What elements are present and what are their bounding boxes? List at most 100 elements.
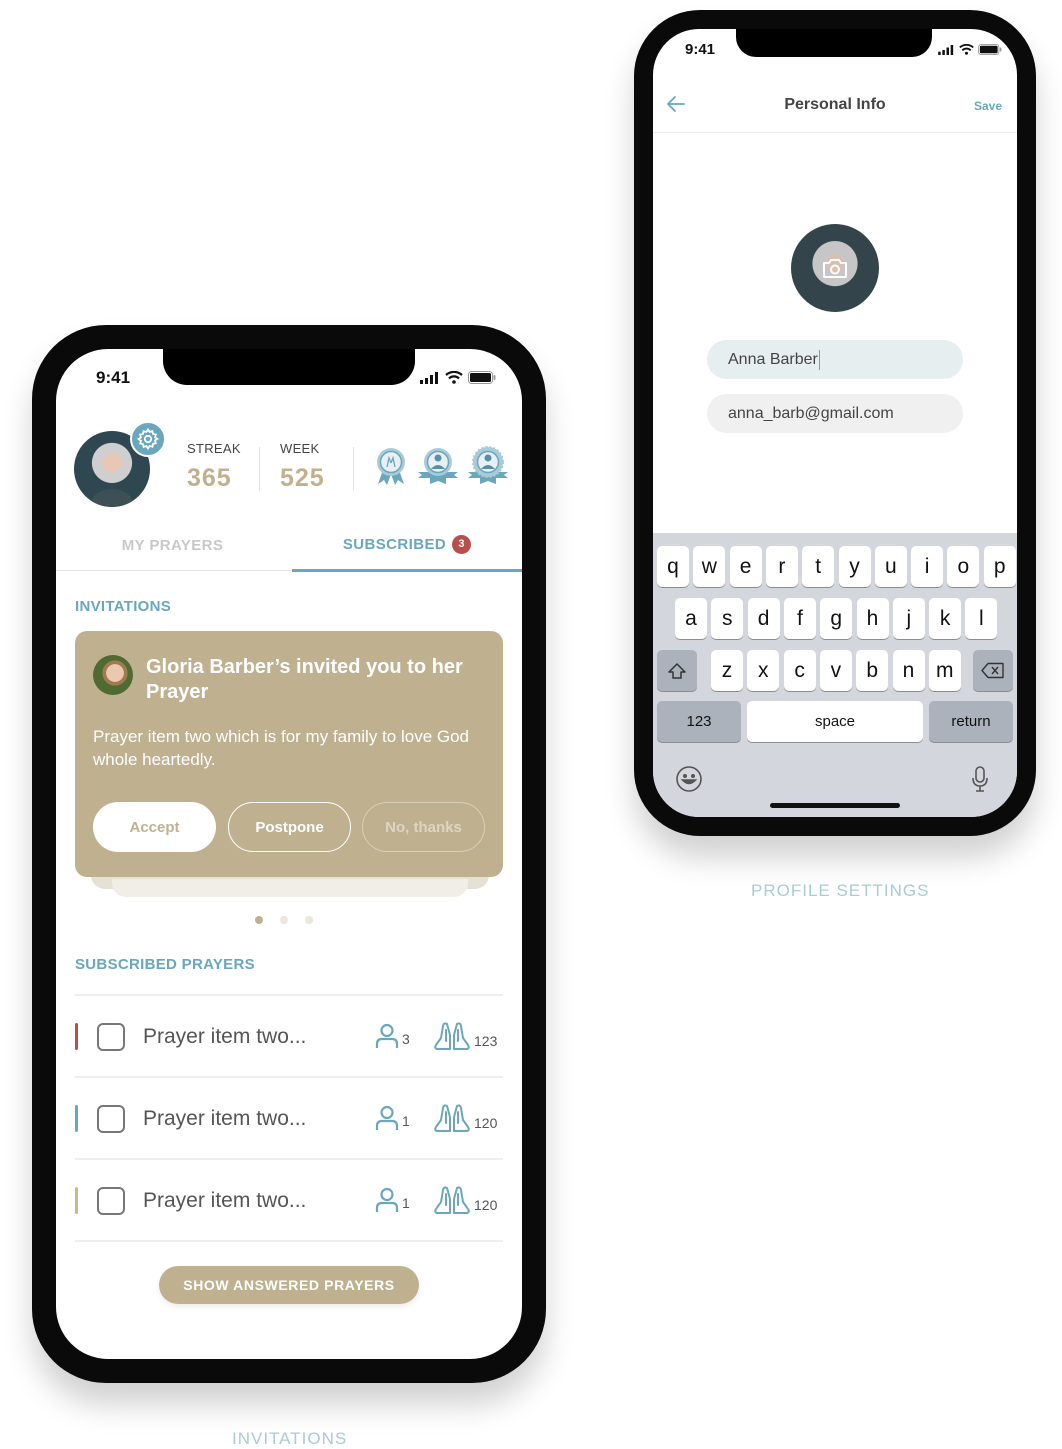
invitation-body: Prayer item two which is for my family t… bbox=[93, 727, 470, 769]
key-f[interactable]: f bbox=[783, 598, 816, 639]
subscribers-number: 3 bbox=[402, 1031, 410, 1047]
subscribers-count: 3 bbox=[375, 1023, 410, 1049]
decline-button[interactable]: No, thanks bbox=[362, 802, 485, 852]
status-time: 9:41 bbox=[96, 368, 131, 387]
key-u[interactable]: u bbox=[874, 546, 907, 587]
prayer-row[interactable]: Prayer item two... 3 123 bbox=[75, 996, 503, 1078]
key-w[interactable]: w bbox=[693, 546, 726, 587]
prayer-checkbox[interactable] bbox=[97, 1187, 125, 1215]
key-h[interactable]: h bbox=[856, 598, 889, 639]
key-o[interactable]: o bbox=[947, 546, 980, 587]
key-c[interactable]: c bbox=[783, 650, 816, 691]
signal-icon bbox=[938, 44, 954, 55]
invitation-card: Gloria Barber’s invited you to her Praye… bbox=[75, 631, 503, 877]
card-stack-shadow bbox=[112, 879, 468, 897]
name-input[interactable]: Anna Barber bbox=[707, 340, 963, 379]
carousel-pagination bbox=[255, 916, 313, 924]
prayer-checkbox[interactable] bbox=[97, 1023, 125, 1051]
prayer-row[interactable]: Prayer item two... 1 120 bbox=[75, 1078, 503, 1160]
person-medal-icon[interactable] bbox=[416, 446, 460, 486]
tab-my-prayers[interactable]: MY PRAYERS bbox=[56, 519, 289, 571]
subscribers-count: 1 bbox=[375, 1187, 410, 1213]
shift-icon bbox=[668, 662, 686, 679]
numbers-key[interactable]: 123 bbox=[657, 701, 741, 742]
prayer-row[interactable]: Prayer item two... 1 120 bbox=[75, 1160, 503, 1242]
home-indicator bbox=[770, 803, 900, 808]
key-j[interactable]: j bbox=[892, 598, 925, 639]
key-e[interactable]: e bbox=[729, 546, 762, 587]
key-g[interactable]: g bbox=[820, 598, 853, 639]
page-dot[interactable] bbox=[305, 916, 313, 924]
page-dot[interactable] bbox=[280, 916, 288, 924]
backspace-icon bbox=[981, 662, 1004, 679]
save-button[interactable]: Save bbox=[974, 99, 1002, 113]
key-x[interactable]: x bbox=[747, 650, 780, 691]
key-d[interactable]: d bbox=[747, 598, 780, 639]
subscribers-number: 1 bbox=[402, 1195, 410, 1211]
prayed-count: 123 bbox=[433, 1021, 497, 1051]
show-answered-prayers-button[interactable]: SHOW ANSWERED PRAYERS bbox=[159, 1266, 419, 1304]
settings-button[interactable] bbox=[130, 421, 166, 457]
notch bbox=[163, 349, 415, 385]
key-t[interactable]: t bbox=[802, 546, 835, 587]
name-value: Anna Barber bbox=[728, 350, 818, 368]
praying-hands-icon bbox=[434, 1186, 470, 1214]
key-a[interactable]: a bbox=[675, 598, 707, 639]
shift-key[interactable] bbox=[657, 650, 697, 691]
invitation-title: Gloria Barber’s invited you to her Praye… bbox=[146, 656, 463, 703]
praying-hands-medal-icon[interactable] bbox=[372, 446, 410, 486]
key-k[interactable]: k bbox=[929, 598, 962, 639]
navigation-bar: Personal Info Save bbox=[653, 81, 1017, 133]
profile-photo[interactable] bbox=[791, 224, 879, 312]
prayer-title: Prayer item two... bbox=[143, 1107, 307, 1130]
battery-icon bbox=[978, 44, 1002, 55]
backspace-key[interactable] bbox=[973, 650, 1013, 691]
status-time: 9:41 bbox=[685, 41, 716, 58]
notch bbox=[736, 29, 932, 57]
person-12-medal-icon[interactable] bbox=[466, 446, 510, 486]
inviter-avatar bbox=[93, 655, 133, 695]
emoji-button[interactable] bbox=[675, 765, 703, 798]
status-icons bbox=[420, 371, 496, 384]
gear-icon bbox=[136, 427, 160, 451]
space-key[interactable]: space bbox=[747, 701, 923, 742]
postpone-button[interactable]: Postpone bbox=[228, 802, 351, 852]
week-value: 525 bbox=[280, 464, 325, 492]
key-q[interactable]: q bbox=[657, 546, 689, 587]
text-caret bbox=[818, 349, 820, 370]
prayer-checkbox[interactable] bbox=[97, 1105, 125, 1133]
key-p[interactable]: p bbox=[983, 546, 1016, 587]
key-z[interactable]: z bbox=[711, 650, 743, 691]
tab-label: MY PRAYERS bbox=[121, 536, 224, 554]
week-label: WEEK bbox=[280, 441, 320, 456]
key-i[interactable]: i bbox=[911, 546, 944, 587]
subscribed-prayers-heading: SUBSCRIBED PRAYERS bbox=[75, 956, 255, 973]
keyboard: 123 space return qwertyuiop asdfghjkl zxcv… bbox=[653, 533, 1017, 817]
key-y[interactable]: y bbox=[838, 546, 871, 587]
return-key[interactable]: return bbox=[929, 701, 1013, 742]
key-v[interactable]: v bbox=[819, 650, 852, 691]
dictation-button[interactable] bbox=[971, 765, 989, 798]
key-n[interactable]: n bbox=[892, 650, 925, 691]
prayer-tabs: MY PRAYERS SUBSCRIBED 3 bbox=[56, 519, 522, 572]
camera-icon bbox=[823, 259, 847, 278]
key-r[interactable]: r bbox=[765, 546, 798, 587]
status-icons bbox=[938, 44, 1002, 55]
accept-button[interactable]: Accept bbox=[93, 802, 216, 852]
subscribed-count-badge: 3 bbox=[452, 534, 472, 554]
streak-stat: STREAK 365 bbox=[187, 441, 241, 493]
key-l[interactable]: l bbox=[965, 598, 998, 639]
key-m[interactable]: m bbox=[928, 650, 961, 691]
key-s[interactable]: s bbox=[711, 598, 744, 639]
tab-subscribed[interactable]: SUBSCRIBED 3 bbox=[292, 519, 522, 572]
page-dot[interactable] bbox=[255, 916, 263, 924]
subscribed-prayer-list: Prayer item two... 3 123 Prayer item two… bbox=[75, 994, 503, 1242]
microphone-icon bbox=[972, 766, 988, 792]
priority-indicator bbox=[75, 1023, 78, 1050]
priority-indicator bbox=[75, 1105, 78, 1132]
prayed-number: 120 bbox=[474, 1197, 498, 1213]
email-input[interactable]: anna_barb@gmail.com bbox=[707, 394, 963, 433]
key-b[interactable]: b bbox=[856, 650, 889, 691]
subscribers-count: 1 bbox=[375, 1105, 410, 1131]
achievement-badges bbox=[372, 446, 510, 486]
